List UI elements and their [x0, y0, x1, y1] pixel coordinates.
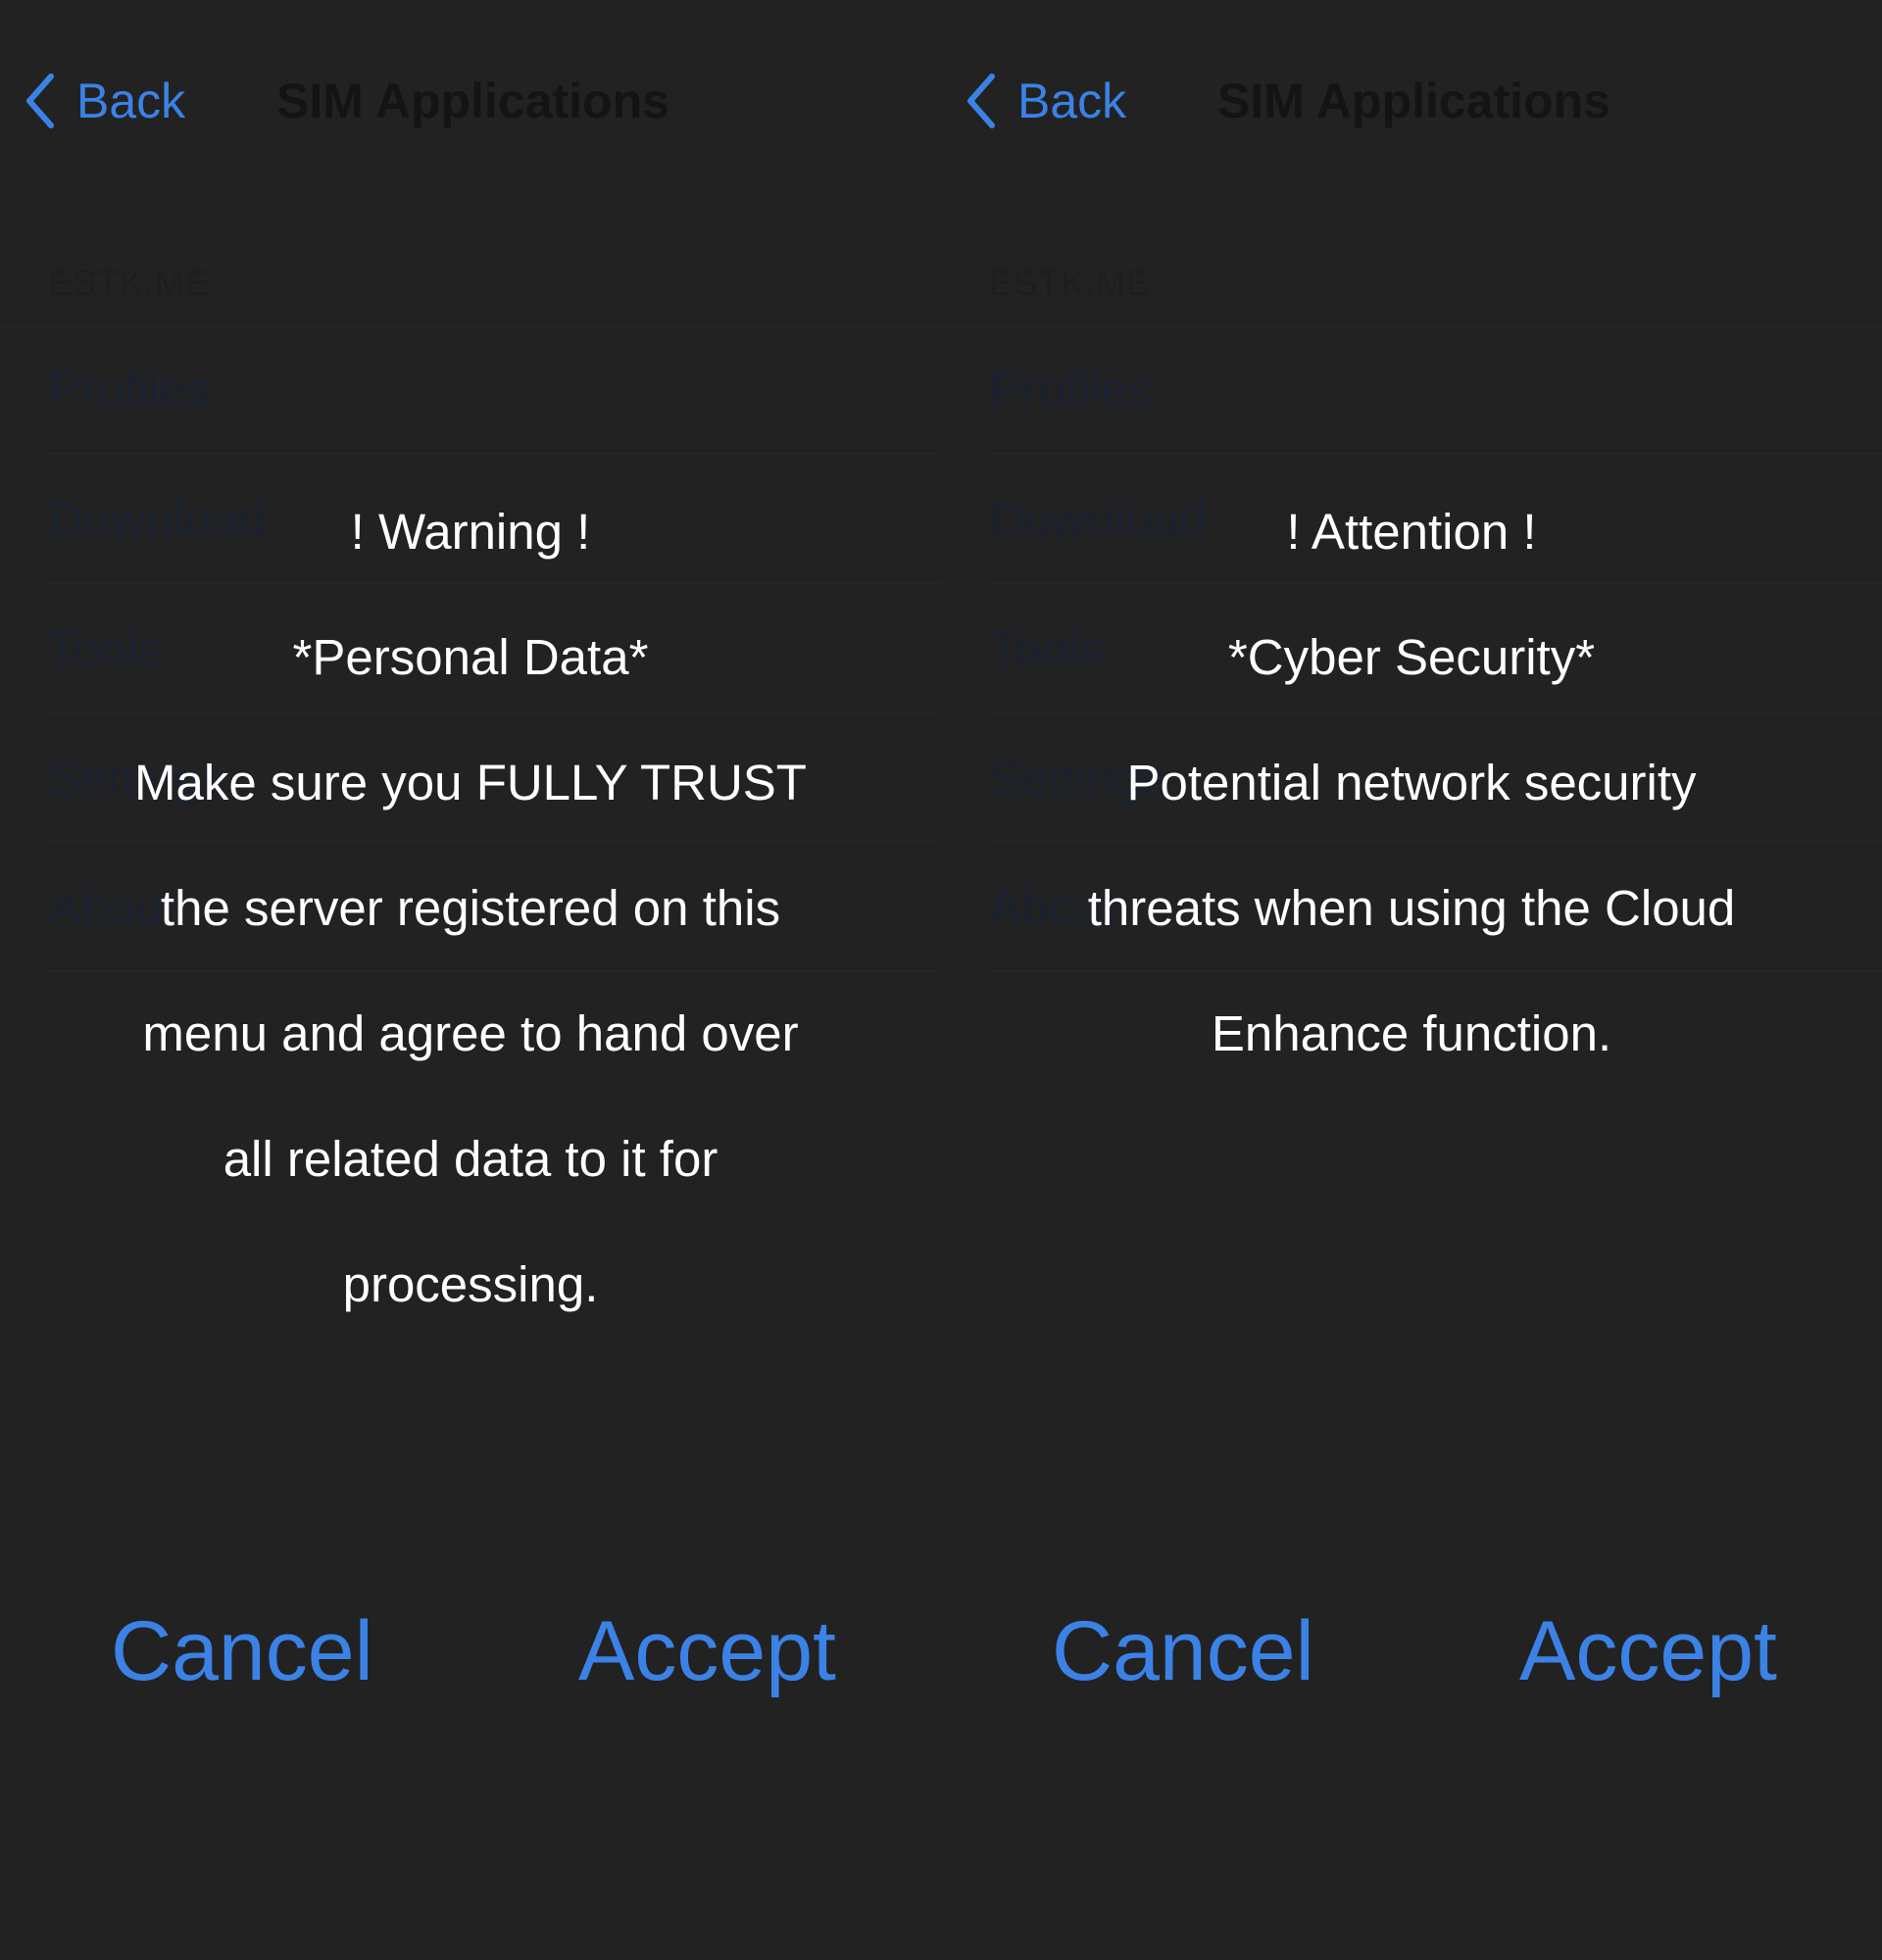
alert-title: ! Warning ! [350, 504, 591, 560]
back-label: Back [76, 74, 186, 128]
page-title: SIM Applications [276, 74, 669, 128]
accept-button[interactable]: Accept [578, 1602, 836, 1700]
alert-body-line: Enhance function. [1211, 1005, 1612, 1061]
section-header: ESTK.ME [989, 263, 1152, 303]
alert-message: ! Attention ! *Cyber Security* Potential… [1039, 438, 1784, 1128]
chevron-left-icon [966, 74, 996, 128]
chevron-left-icon [25, 74, 55, 128]
screen-cyber-security-attention: Back SIM Applications ESTK.ME Profiles D… [941, 0, 1882, 1960]
page-title: SIM Applications [1217, 74, 1610, 128]
back-button[interactable]: Back [966, 69, 1126, 133]
cancel-button[interactable]: Cancel [1052, 1602, 1314, 1700]
back-button[interactable]: Back [25, 69, 185, 133]
alert-body-line: the server registered on this [160, 880, 781, 936]
alert-title: ! Attention ! [1286, 504, 1537, 560]
alert-body-line: Make sure you FULLY TRUST [134, 755, 807, 810]
alert-message: ! Warning ! *Personal Data* Make sure yo… [98, 438, 843, 1379]
alert-body-line: processing. [342, 1256, 599, 1312]
accept-button[interactable]: Accept [1519, 1602, 1777, 1700]
alert-body-line: all related data to it for [223, 1131, 718, 1187]
navigation-bar: Back SIM Applications [941, 57, 1882, 145]
alert-body-line: Potential network security [1126, 755, 1697, 810]
section-header: ESTK.ME [48, 263, 211, 303]
back-label: Back [1017, 74, 1127, 128]
alert-body-line: menu and agree to hand over [142, 1005, 799, 1061]
alert-body-line: threats when using the Cloud [1087, 880, 1736, 936]
screen-personal-data-warning: Back SIM Applications ESTK.ME Profiles D… [0, 0, 941, 1960]
list-item-profiles[interactable]: Profiles [941, 325, 1882, 455]
alert-actions: Cancel Accept [941, 1602, 1882, 1700]
navigation-bar: Back SIM Applications [0, 57, 941, 145]
alert-subtitle: *Personal Data* [292, 629, 649, 685]
alert-subtitle: *Cyber Security* [1227, 629, 1596, 685]
cancel-button[interactable]: Cancel [111, 1602, 373, 1700]
list-item-profiles[interactable]: Profiles [0, 325, 941, 455]
alert-actions: Cancel Accept [0, 1602, 941, 1700]
